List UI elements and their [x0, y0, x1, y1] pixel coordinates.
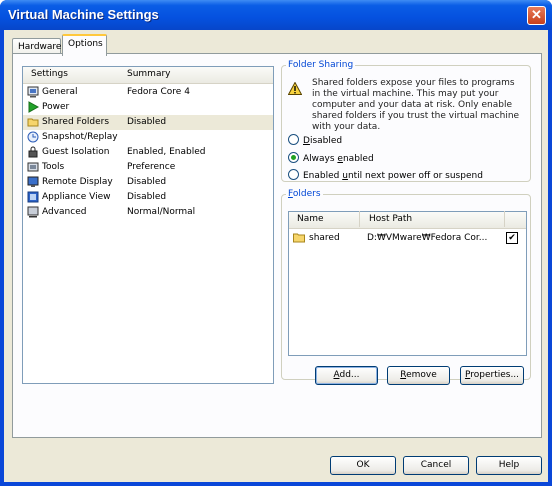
- radio-label-accel: D: [303, 136, 310, 146]
- settings-summary: Enabled, Enabled: [127, 147, 206, 157]
- radio-label: Enabled: [303, 171, 343, 181]
- radio-always-enabled[interactable]: Always enabled: [288, 152, 374, 164]
- settings-row-shared-folders[interactable]: Shared Folders Disabled: [23, 115, 273, 130]
- column-header-name[interactable]: Name: [297, 214, 324, 224]
- folder-name: shared: [309, 233, 340, 243]
- radio-label: Always: [303, 154, 338, 164]
- settings-list-header: Settings Summary: [23, 67, 273, 84]
- radio-button[interactable]: [288, 169, 299, 180]
- folders-list-header: Name Host Path: [289, 211, 526, 229]
- radio-label: isabled: [309, 136, 343, 146]
- radio-label: ntil next power off or suspend: [347, 171, 483, 181]
- settings-name: Tools: [42, 162, 65, 172]
- warning-block: Shared folders expose your files to prog…: [288, 78, 528, 132]
- general-icon: [27, 86, 39, 98]
- column-header-settings[interactable]: Settings: [31, 69, 68, 79]
- settings-name: Snapshot/Replay: [42, 132, 118, 142]
- tab-options[interactable]: Options: [62, 34, 107, 56]
- radio-enabled-until-power-off[interactable]: Enabled until next power off or suspend: [288, 169, 483, 181]
- column-header-host-path[interactable]: Host Path: [369, 214, 412, 224]
- cancel-button[interactable]: Cancel: [403, 456, 469, 475]
- folder-sharing-legend: Folder Sharing: [288, 60, 354, 70]
- button-label: roperties...: [470, 370, 520, 380]
- button-label: emove: [406, 370, 437, 380]
- folder-icon: [293, 233, 305, 243]
- dialog-client: Hardware Options Settings Summary Genera…: [4, 30, 548, 482]
- column-header-summary[interactable]: Summary: [127, 69, 171, 79]
- folder-enabled-checkbox[interactable]: ✔: [506, 232, 518, 244]
- settings-name: Guest Isolation: [42, 147, 110, 157]
- column-divider[interactable]: [504, 211, 505, 227]
- settings-name: Shared Folders: [42, 117, 110, 127]
- help-button[interactable]: Help: [476, 456, 542, 475]
- folders-group: Folders Name Host Path shared D:₩VMware₩…: [281, 189, 531, 385]
- radio-disabled[interactable]: Disabled: [288, 134, 342, 146]
- close-icon: ✕: [531, 7, 542, 22]
- settings-name: Advanced: [42, 207, 87, 217]
- folder-icon: [27, 118, 39, 127]
- settings-name: General: [42, 87, 78, 97]
- settings-row-general[interactable]: General Fedora Core 4: [23, 85, 273, 100]
- close-button[interactable]: ✕: [527, 6, 546, 25]
- monitor-icon: [27, 176, 39, 187]
- settings-row-tools[interactable]: Tools Preference: [23, 160, 273, 175]
- settings-name: Appliance View: [42, 192, 111, 202]
- settings-row-remote-display[interactable]: Remote Display Disabled: [23, 175, 273, 190]
- settings-window: Virtual Machine Settings ✕ Hardware Opti…: [0, 0, 552, 486]
- appliance-icon: [27, 191, 39, 203]
- settings-summary: Disabled: [127, 117, 167, 127]
- options-panel: Settings Summary General Fedora Core 4 P…: [12, 53, 542, 438]
- lock-icon: [28, 146, 38, 158]
- tools-icon: [27, 162, 39, 172]
- warning-icon: [288, 82, 302, 95]
- power-icon: [28, 101, 39, 113]
- folders-list[interactable]: Name Host Path shared D:₩VMware₩Fedora C…: [288, 211, 527, 356]
- radio-label: nabled: [342, 154, 374, 164]
- window-title: Virtual Machine Settings: [8, 7, 159, 22]
- folder-host-path: D:₩VMware₩Fedora Cor...: [367, 233, 488, 243]
- settings-row-power[interactable]: Power: [23, 100, 273, 115]
- button-label: dd...: [339, 370, 360, 380]
- folders-legend-text: olders: [292, 189, 321, 199]
- warning-text: Shared folders expose your files to prog…: [312, 78, 520, 132]
- column-divider[interactable]: [359, 211, 360, 227]
- folder-sharing-group: Folder Sharing Shared folders expose you…: [281, 60, 531, 182]
- folder-row[interactable]: shared D:₩VMware₩Fedora Cor... ✔: [289, 230, 526, 246]
- title-bar[interactable]: Virtual Machine Settings ✕: [0, 0, 552, 30]
- settings-name: Remote Display: [42, 177, 113, 187]
- settings-summary: Disabled: [127, 177, 167, 187]
- settings-row-appliance-view[interactable]: Appliance View Disabled: [23, 190, 273, 205]
- settings-row-advanced[interactable]: Advanced Normal/Normal: [23, 205, 273, 220]
- snapshot-icon: [27, 131, 39, 143]
- settings-summary: Preference: [127, 162, 176, 172]
- properties-button[interactable]: Properties...: [460, 366, 524, 385]
- settings-summary: Fedora Core 4: [127, 87, 190, 97]
- advanced-icon: [27, 206, 39, 218]
- radio-button[interactable]: [288, 134, 299, 145]
- settings-row-snapshot[interactable]: Snapshot/Replay: [23, 130, 273, 145]
- settings-summary: Normal/Normal: [127, 207, 196, 217]
- folders-legend: Folders: [286, 189, 323, 199]
- settings-summary: Disabled: [127, 192, 167, 202]
- settings-name: Power: [42, 102, 70, 112]
- settings-row-guest-isolation[interactable]: Guest Isolation Enabled, Enabled: [23, 145, 273, 160]
- remove-button[interactable]: Remove: [387, 366, 450, 385]
- settings-list[interactable]: Settings Summary General Fedora Core 4 P…: [22, 66, 274, 384]
- ok-button[interactable]: OK: [330, 456, 396, 475]
- radio-button-checked[interactable]: [288, 152, 299, 163]
- add-button[interactable]: Add...: [315, 366, 378, 385]
